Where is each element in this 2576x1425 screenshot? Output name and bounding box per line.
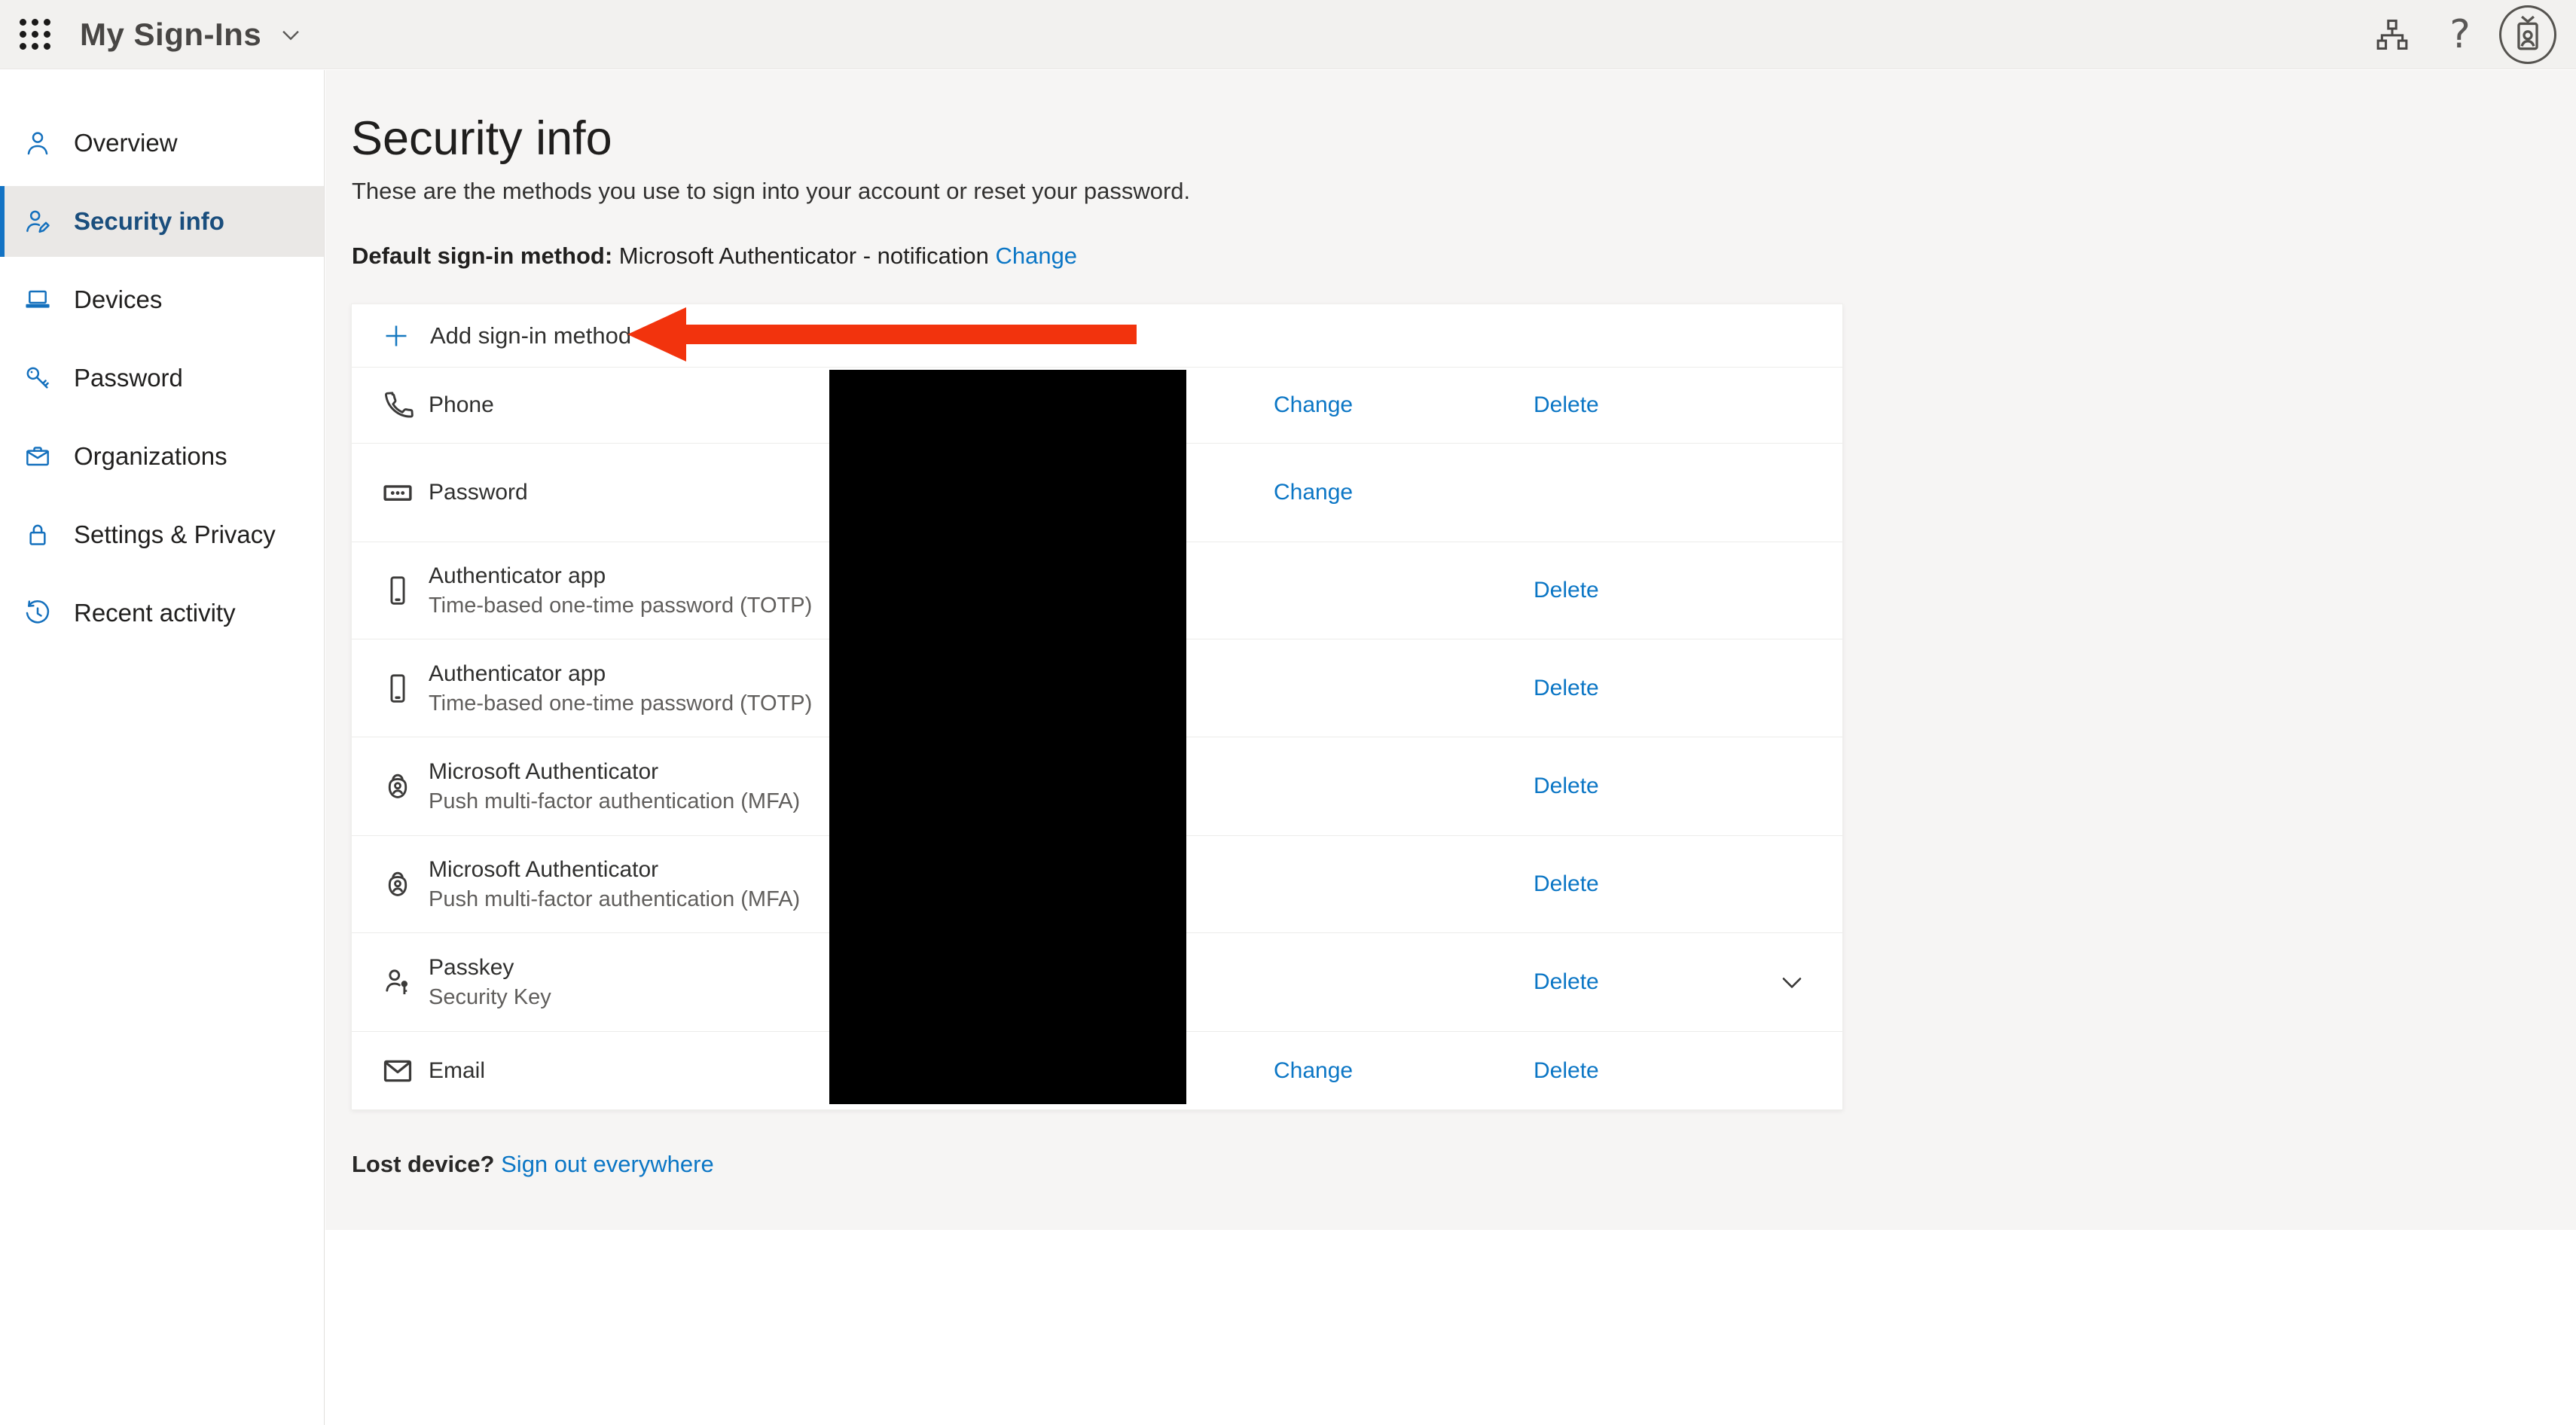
sidebar-item-label: Devices	[74, 285, 162, 314]
smartphone-icon	[380, 573, 415, 608]
add-signin-method-label: Add sign-in method	[430, 322, 631, 349]
method-subtitle: Time-based one-time password (TOTP)	[429, 689, 812, 718]
method-text: Password	[429, 478, 528, 508]
org-switcher-button[interactable]	[2364, 6, 2421, 63]
delete-link[interactable]: Delete	[1534, 392, 1599, 418]
sidebar-item-password[interactable]: Password	[0, 343, 324, 413]
method-title: Phone	[429, 390, 494, 420]
my-signins-page: My Sign-Ins ?	[0, 0, 2576, 1425]
avatar-badge-icon	[2509, 14, 2547, 55]
password-dots-icon	[380, 475, 415, 510]
method-text: PasskeySecurity Key	[429, 953, 551, 1012]
method-title: Microsoft Authenticator	[429, 757, 800, 787]
method-title: Microsoft Authenticator	[429, 855, 800, 885]
authenticator-lock-icon	[380, 867, 415, 902]
sidebar-item-overview[interactable]: Overview	[0, 108, 324, 179]
app-title: My Sign-Ins	[80, 17, 261, 53]
phone-icon	[380, 388, 415, 423]
expand-row-button[interactable]	[1775, 966, 1808, 999]
method-text: Authenticator appTime-based one-time pas…	[429, 659, 812, 718]
sidebar-item-label: Password	[74, 364, 183, 392]
change-link[interactable]: Change	[1274, 392, 1353, 418]
lost-device-label: Lost device?	[352, 1151, 495, 1177]
plus-icon	[382, 322, 411, 350]
change-link[interactable]: Change	[1274, 480, 1353, 505]
chevron-down-icon	[278, 22, 304, 47]
top-bar: My Sign-Ins ?	[0, 0, 2576, 69]
topbar-actions: ?	[2364, 6, 2576, 63]
method-subtitle: Push multi-factor authentication (MFA)	[429, 787, 800, 816]
email-icon	[380, 1054, 415, 1088]
briefcase-icon	[23, 441, 53, 471]
account-button[interactable]	[2499, 6, 2556, 63]
help-icon: ?	[2449, 12, 2471, 57]
passkey-icon	[380, 965, 415, 999]
default-signin-method-line: Default sign-in method: Microsoft Authen…	[352, 243, 1077, 270]
method-text: Microsoft AuthenticatorPush multi-factor…	[429, 855, 800, 914]
method-title: Authenticator app	[429, 561, 812, 591]
delete-link[interactable]: Delete	[1534, 969, 1599, 995]
sidebar-item-security-info[interactable]: Security info	[0, 186, 324, 257]
method-text: Microsoft AuthenticatorPush multi-factor…	[429, 757, 800, 816]
default-method-value: Microsoft Authenticator - notification	[612, 243, 995, 269]
sign-out-everywhere-link[interactable]: Sign out everywhere	[501, 1151, 714, 1177]
sidebar-item-organizations[interactable]: Organizations	[0, 421, 324, 492]
method-title: Authenticator app	[429, 659, 812, 689]
change-link[interactable]: Change	[1274, 1058, 1353, 1084]
app-launcher-button[interactable]	[0, 0, 69, 69]
sidebar-item-label: Recent activity	[74, 599, 236, 627]
default-method-label: Default sign-in method:	[352, 243, 612, 269]
method-text: Email	[429, 1056, 485, 1086]
method-title: Email	[429, 1056, 485, 1086]
page-title: Security info	[351, 111, 612, 166]
default-method-change-link[interactable]: Change	[995, 243, 1077, 269]
sidebar-item-label: Organizations	[74, 442, 227, 471]
method-text: Phone	[429, 390, 494, 420]
delete-link[interactable]: Delete	[1534, 676, 1599, 701]
method-text: Authenticator appTime-based one-time pas…	[429, 561, 812, 620]
person-edit-icon	[23, 206, 53, 236]
annotation-arrow	[627, 307, 1140, 362]
delete-link[interactable]: Delete	[1534, 578, 1599, 603]
sidebar-item-label: Settings & Privacy	[74, 520, 276, 549]
authenticator-lock-icon	[380, 769, 415, 804]
lock-icon	[23, 520, 53, 550]
person-icon	[23, 128, 53, 158]
chevron-down-icon	[1775, 966, 1808, 999]
sidebar: Overview Security info Devices Password Orga…	[0, 70, 325, 1425]
method-title: Passkey	[429, 953, 551, 983]
method-subtitle: Time-based one-time password (TOTP)	[429, 591, 812, 620]
sidebar-item-label: Overview	[74, 129, 178, 157]
app-title-chevron-button[interactable]	[278, 22, 304, 47]
help-button[interactable]: ?	[2431, 6, 2489, 63]
redaction-box	[829, 370, 1186, 1104]
laptop-icon	[23, 285, 53, 315]
smartphone-icon	[380, 671, 415, 706]
sidebar-item-recent-activity[interactable]: Recent activity	[0, 578, 324, 648]
sidebar-item-label: Security info	[74, 207, 224, 236]
page-description: These are the methods you use to sign in…	[352, 178, 1190, 205]
delete-link[interactable]: Delete	[1534, 1058, 1599, 1084]
delete-link[interactable]: Delete	[1534, 774, 1599, 799]
lost-device-line: Lost device? Sign out everywhere	[352, 1151, 714, 1178]
avatar	[2499, 5, 2556, 64]
app-launcher-icon	[20, 19, 50, 50]
method-subtitle: Security Key	[429, 983, 551, 1012]
method-subtitle: Push multi-factor authentication (MFA)	[429, 885, 800, 914]
history-icon	[23, 598, 53, 628]
key-icon	[23, 363, 53, 393]
sidebar-item-settings-privacy[interactable]: Settings & Privacy	[0, 499, 324, 570]
sidebar-item-devices[interactable]: Devices	[0, 264, 324, 335]
method-title: Password	[429, 478, 528, 508]
delete-link[interactable]: Delete	[1534, 871, 1599, 897]
org-chart-icon	[2373, 15, 2412, 54]
